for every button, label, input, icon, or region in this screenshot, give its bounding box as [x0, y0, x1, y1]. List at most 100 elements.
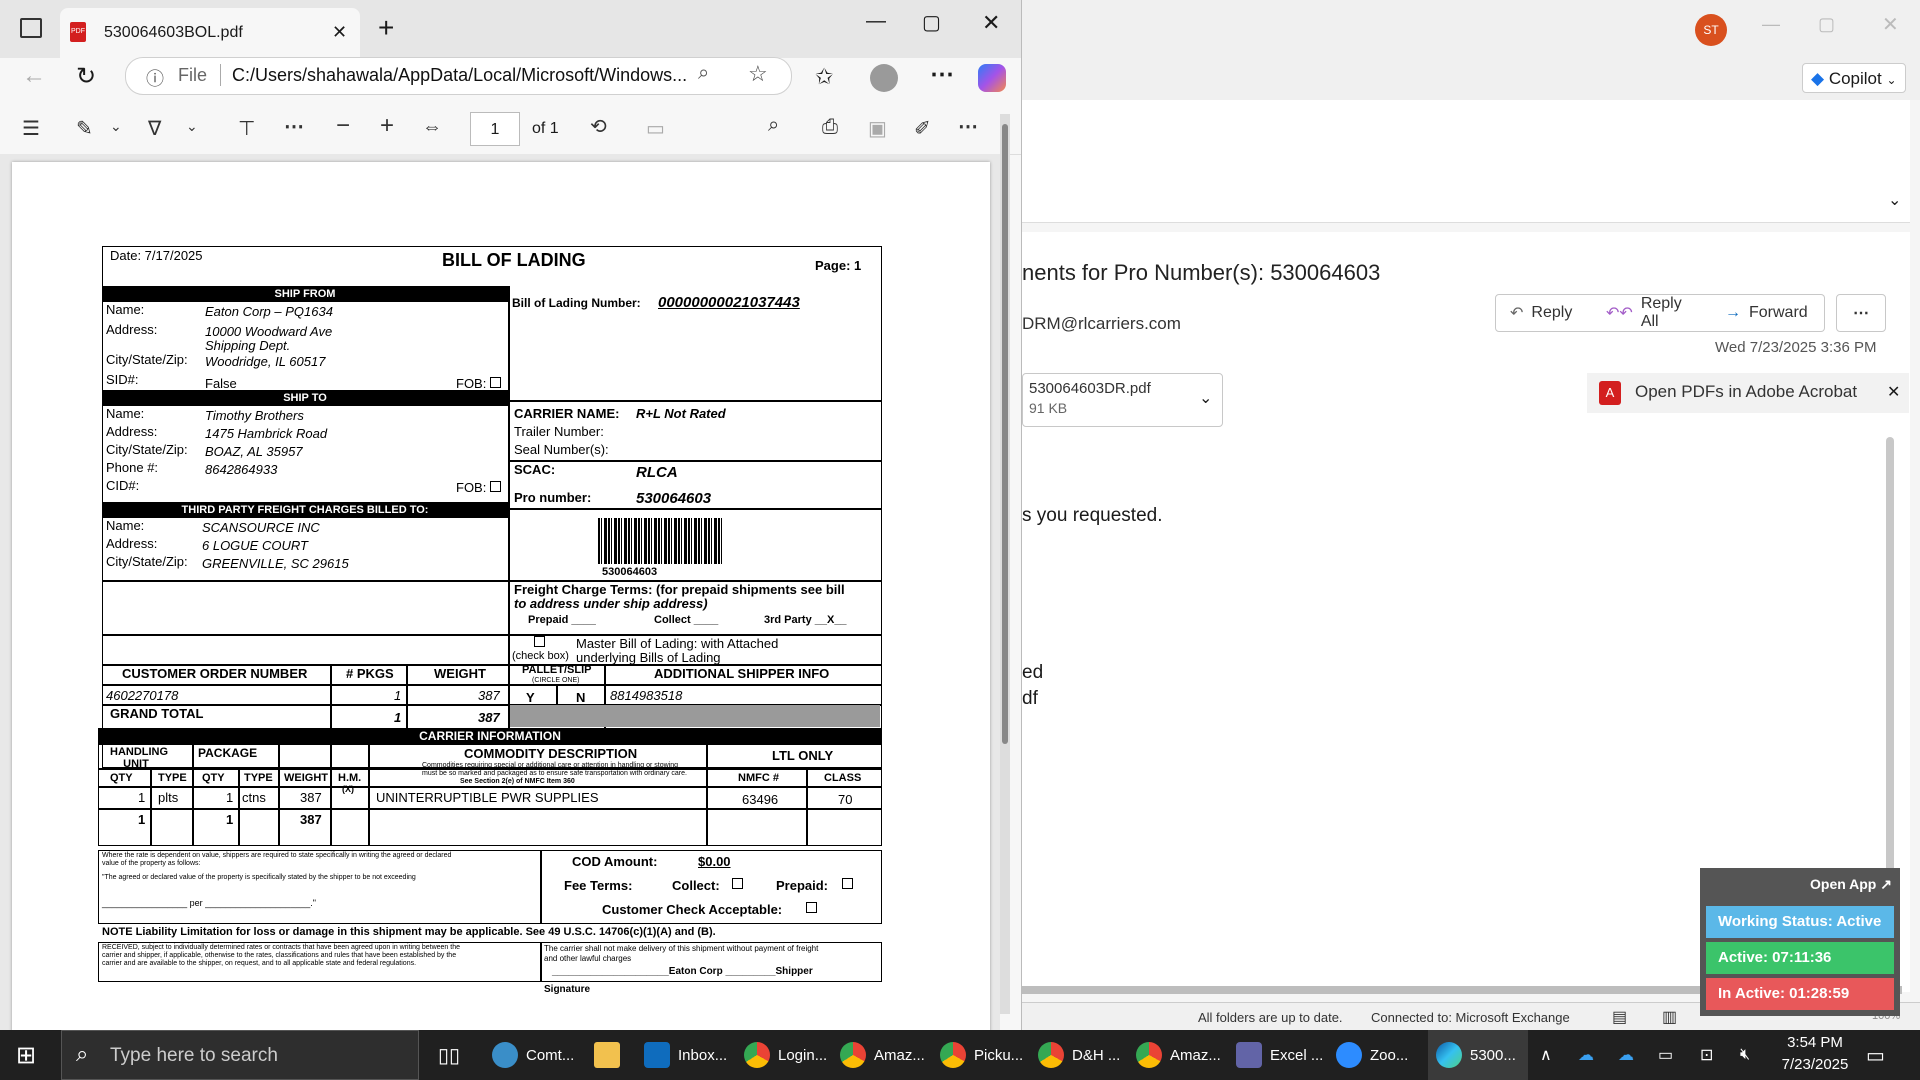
- forward-button[interactable]: → Forward: [1711, 294, 1825, 332]
- zoom-in-icon[interactable]: +: [380, 112, 394, 140]
- reply-button[interactable]: ↶ Reply: [1495, 294, 1593, 332]
- col-divider: [540, 850, 542, 924]
- network-icon[interactable]: ⊡: [1700, 1030, 1713, 1080]
- profile-icon[interactable]: [870, 64, 898, 92]
- more-actions-button[interactable]: ⋯: [1836, 294, 1886, 332]
- divider: [102, 684, 882, 686]
- value-note4: _________________ per __________________…: [102, 898, 316, 908]
- scac: RLCA: [636, 464, 678, 481]
- user-avatar[interactable]: ST: [1695, 14, 1727, 46]
- close-icon[interactable]: ✕: [1887, 382, 1900, 402]
- taskbar-item-explorer[interactable]: [594, 1030, 620, 1080]
- close-tab-icon[interactable]: ✕: [332, 22, 347, 43]
- taskbar-item-chrome-login[interactable]: Login...: [744, 1030, 827, 1080]
- chrome-icon: [1136, 1042, 1162, 1068]
- working-status-widget: Open App ↗ Working Status: Active Active…: [1700, 868, 1900, 1016]
- page-view-icon[interactable]: ▭: [646, 116, 665, 141]
- chevron-down-icon[interactable]: ⌄: [1199, 388, 1212, 408]
- taskbar-item-zoom[interactable]: Zoo...: [1336, 1030, 1408, 1080]
- save-icon[interactable]: ▣: [868, 116, 887, 141]
- show-hidden-icons[interactable]: ∧: [1540, 1030, 1552, 1080]
- maximize-icon[interactable]: ▢: [922, 10, 941, 35]
- page-number-input[interactable]: 1: [470, 112, 520, 146]
- close-icon[interactable]: ✕: [982, 10, 1000, 36]
- search-icon: ⌕: [76, 1041, 89, 1066]
- fit-page-icon[interactable]: ⇔: [422, 116, 442, 139]
- onedrive-business-icon[interactable]: ☁: [1618, 1030, 1634, 1080]
- clock-date[interactable]: 7/23/2025: [1774, 1056, 1856, 1073]
- refresh-icon[interactable]: ↻: [76, 62, 96, 91]
- minimize-icon[interactable]: —: [866, 10, 886, 33]
- ribbon-expand-icon[interactable]: ⌄: [1888, 190, 1901, 210]
- rotate-icon[interactable]: ⟲: [590, 114, 607, 139]
- battery-icon[interactable]: ▭: [1658, 1030, 1673, 1080]
- taskbar-item-chrome-amazon[interactable]: Amaz...: [840, 1030, 925, 1080]
- star-icon[interactable]: ☆: [748, 61, 768, 87]
- copilot-button[interactable]: ◆ Copilot ⌄: [1802, 63, 1906, 93]
- draw-icon[interactable]: ∇: [148, 116, 161, 141]
- print-icon[interactable]: ⎙: [822, 116, 838, 139]
- search-icon[interactable]: ⌕: [768, 114, 779, 137]
- taskbar-item-chrome-dh[interactable]: D&H ...: [1038, 1030, 1120, 1080]
- pdf-toolbar: ☰ ✎ ⌄ ∇ ⌄ ⊤ ⋯ − + ⇔ 1 of 1 ⟲ ▭ ⌕ ⎙ ▣ ✐ ⋯: [0, 106, 1021, 155]
- save-as-icon[interactable]: ✐: [914, 116, 931, 141]
- email-body-fragment: ed: [1022, 662, 1044, 683]
- normal-view-icon[interactable]: ▤: [1612, 1007, 1627, 1027]
- more-tools-icon[interactable]: ⋯: [284, 114, 304, 139]
- chevron-down-icon[interactable]: ⌄: [110, 118, 122, 135]
- new-tab-icon[interactable]: +: [378, 12, 394, 44]
- attachment-name: 530064603DR.pdf: [1029, 380, 1151, 397]
- taskbar-item-comt[interactable]: Comt...: [492, 1030, 574, 1080]
- pdf-scrollbar-thumb[interactable]: [1002, 124, 1008, 744]
- more-options-icon[interactable]: ⋯: [958, 114, 978, 139]
- maximize-icon[interactable]: ▢: [1818, 14, 1835, 35]
- clock-time[interactable]: 3:54 PM: [1774, 1034, 1856, 1051]
- taskbar-search[interactable]: ⌕ Type here to search: [61, 1030, 419, 1080]
- reply-all-button[interactable]: ↶↶ Reply All: [1592, 294, 1712, 332]
- open-pdfs-banner[interactable]: A Open PDFs in Adobe Acrobat ✕: [1587, 373, 1909, 413]
- volume-icon[interactable]: 🔇︎: [1740, 1030, 1750, 1080]
- taskbar-item-excel[interactable]: Excel ...: [1236, 1030, 1323, 1080]
- eaton-shipper: _____________________Eaton Corp ________…: [552, 966, 813, 977]
- col-divider: [278, 744, 280, 846]
- task-view-icon[interactable]: ▯▯: [438, 1030, 460, 1080]
- more-icon[interactable]: ⋯: [930, 60, 954, 89]
- minimize-icon[interactable]: —: [1762, 14, 1780, 35]
- fee-terms: Fee Terms:: [564, 878, 633, 893]
- notifications-icon[interactable]: ▭: [1866, 1030, 1885, 1080]
- reply-icon: ↶: [1510, 305, 1524, 322]
- reading-view-icon[interactable]: ▥: [1662, 1007, 1677, 1027]
- back-icon[interactable]: ←: [22, 62, 46, 90]
- external-link-icon: ↗: [1880, 876, 1892, 892]
- bol-date: Date: 7/17/2025: [110, 248, 203, 263]
- highlight-icon[interactable]: ✎: [76, 116, 93, 141]
- onedrive-icon[interactable]: ☁: [1578, 1030, 1594, 1080]
- pro-number: 530064603: [636, 490, 712, 507]
- freight-terms-line2: to address under ship address): [514, 596, 708, 611]
- order-header-pallet: PALLET/SLIP: [522, 664, 592, 676]
- text-icon[interactable]: ⊤: [238, 116, 255, 141]
- chevron-down-icon[interactable]: ⌄: [186, 118, 198, 135]
- email-sender[interactable]: DRM@rlcarriers.com: [1022, 314, 1181, 334]
- tab-pdf[interactable]: PDF 530064603BOL.pdf ✕: [60, 8, 360, 58]
- taskbar-item-chrome-amazon2[interactable]: Amaz...: [1136, 1030, 1221, 1080]
- attachment-card[interactable]: 530064603DR.pdf 91 KB ⌄: [1022, 373, 1223, 427]
- taskbar-item-edge[interactable]: 5300...: [1428, 1030, 1528, 1080]
- contents-icon[interactable]: ☰: [22, 116, 40, 141]
- tab-title: 530064603BOL.pdf: [104, 24, 243, 41]
- taskbar-item-outlook[interactable]: Inbox...: [644, 1030, 727, 1080]
- start-button[interactable]: ⊞: [16, 1030, 36, 1080]
- commodity-note3: See Section 2(e) of NMFC Item 360: [460, 778, 575, 785]
- favorites-icon[interactable]: ✩: [815, 64, 833, 90]
- zoom-out-icon[interactable]: −: [336, 112, 350, 140]
- close-icon[interactable]: ✕: [1882, 12, 1899, 37]
- order-header-pkgs: # PKGS: [346, 666, 394, 681]
- ship-to-bar: SHIP TO: [102, 390, 508, 406]
- zoom-icon[interactable]: ⌕: [698, 62, 709, 85]
- open-app-button[interactable]: Open App ↗: [1810, 876, 1892, 893]
- address-bar[interactable]: ⓘ File C:/Users/shahawala/AppData/Local/…: [125, 57, 792, 95]
- taskbar-item-chrome-pickup[interactable]: Picku...: [940, 1030, 1023, 1080]
- col-divider: [368, 744, 370, 846]
- copilot-icon[interactable]: [978, 64, 1006, 92]
- tab-actions-icon[interactable]: [20, 18, 42, 38]
